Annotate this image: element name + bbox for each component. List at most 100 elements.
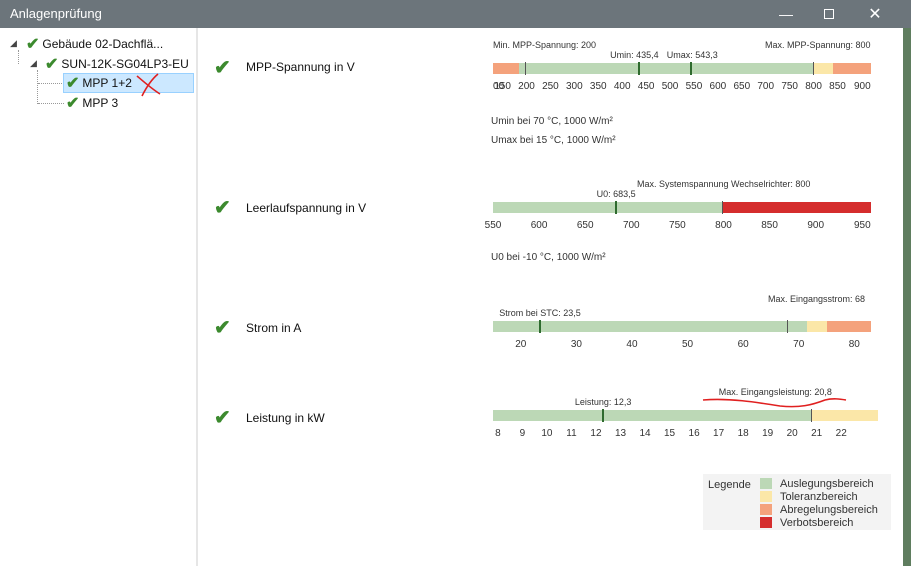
check-results-panel: ✔ MPP-Spannung in V Min. MPP-Spannung: 2… (200, 28, 903, 566)
gauge-marker (602, 409, 605, 422)
tree-item-building[interactable]: ✔ Gebäude 02-Dachflä... (26, 34, 163, 54)
gauge-tick-label: 80 (848, 339, 860, 350)
check-label-current: Strom in A (246, 321, 302, 335)
gauge-tick-label: 150 (494, 81, 511, 92)
gauge-marker-label: Max. Eingangsstrom: 68 (768, 294, 866, 304)
check-icon: ✔ (26, 36, 40, 53)
gauge-marker-label: Umin: 435,4 (610, 50, 659, 60)
tree-panel: ◢ ✔ Gebäude 02-Dachflä... ◢ ✔ SUN-12K-SG… (0, 28, 198, 566)
gauge-tick-label: 18 (737, 428, 749, 439)
gauge-tick-label: 60 (737, 339, 749, 350)
gauge-tick-label: 850 (761, 220, 778, 231)
gauge-tick-label: 450 (637, 81, 655, 92)
legend: Legende Auslegungsbereich Toleranzbereic… (703, 474, 891, 530)
close-button[interactable]: ✕ (855, 0, 895, 28)
gauge-segment-forbidden (723, 202, 871, 213)
gauge-tick-label: 17 (713, 428, 725, 439)
minimize-button[interactable]: — (766, 0, 806, 28)
legend-swatch-forbidden (760, 517, 772, 528)
gauge-marker (810, 409, 812, 422)
minimize-icon: — (779, 6, 793, 22)
maximize-button[interactable] (809, 0, 849, 28)
gauge-tick-label: 300 (565, 81, 583, 92)
gauge-segment-design (519, 63, 814, 74)
gauge-segment-curtail (493, 63, 520, 74)
gauge-tick-label: 750 (669, 220, 686, 231)
gauge-tick-label: 550 (484, 220, 502, 231)
gauge-tick-label: 650 (576, 220, 594, 231)
gauge-tick-label: 12 (590, 428, 602, 439)
gauge-segment-design (493, 410, 812, 421)
gauge-marker (689, 62, 692, 75)
gauge-tick-label: 40 (626, 339, 638, 350)
gauge-marker-label: U0: 683,5 (596, 189, 636, 199)
check-icon: ✔ (66, 75, 80, 92)
gauge-tick-label: 600 (709, 81, 727, 92)
legend-title: Legende (708, 479, 751, 491)
window-title: Anlagenprüfung (10, 6, 102, 21)
check-label-open-circuit-voltage: Leerlaufspannung in V (246, 201, 367, 215)
gauge-tick-label: 250 (542, 81, 559, 92)
gauge-marker-label: Max. Eingangsleistung: 20,8 (718, 387, 832, 397)
legend-label-tolerance: Toleranzbereich (780, 491, 858, 503)
gauge-tick-label: 30 (570, 339, 582, 350)
check-icon: ✔ (66, 95, 80, 112)
gauge-bar (493, 409, 878, 422)
gauge-tick-label: 600 (530, 220, 548, 231)
dialog-client-area: ◢ ✔ Gebäude 02-Dachflä... ◢ ✔ SUN-12K-SG… (0, 28, 903, 566)
gauge-marker (812, 62, 814, 75)
gauge-segment-tolerance (811, 410, 878, 421)
gauge-tick-label: 550 (685, 81, 703, 92)
gauge-tick-label: 900 (854, 81, 871, 92)
gauge-marker (722, 201, 724, 214)
gauge-tick-label: 750 (781, 81, 798, 92)
legend-label-curtail: Abregelungsbereich (780, 504, 878, 516)
legend-swatch-design (760, 478, 772, 489)
gauge-tick-label: 200 (518, 81, 535, 92)
check-icon: ✔ (214, 407, 231, 429)
legend-swatch-curtail (760, 504, 772, 515)
gauge-tick-label: 20 (786, 428, 798, 439)
gauge-marker (786, 320, 788, 333)
check-icon: ✔ (214, 317, 231, 339)
tree-item-mpp-1-2[interactable]: ✔ MPP 1+2 (63, 73, 194, 93)
gauge-tick-label: 70 (793, 339, 805, 350)
gauge-segment-curtail (832, 63, 871, 74)
gauge-tick-label: 19 (762, 428, 774, 439)
gauge-tick-label: 16 (688, 428, 700, 439)
tree-item-label: Gebäude 02-Dachflä... (42, 37, 164, 51)
check-icon: ✔ (214, 197, 231, 219)
tree-item-mpp-3[interactable]: ✔ MPP 3 (64, 93, 118, 113)
gauge-tick-label: 14 (639, 428, 651, 439)
gauge-bar (493, 320, 871, 333)
gauge-marker-label: Max. Systemspannung Wechselrichter: 800 (636, 179, 811, 189)
gauge-tick-label: 11 (566, 428, 577, 439)
gauge-segment-curtail (826, 321, 871, 332)
check-icon: ✔ (214, 57, 231, 79)
gauge-tick-label: 20 (515, 339, 527, 350)
note-umax: Umax bei 15 °C, 1000 W/m² (491, 135, 616, 146)
gauge-tick-label: 900 (807, 220, 825, 231)
gauge-tick-label: 15 (663, 428, 676, 439)
legend-swatch-tolerance (760, 491, 772, 502)
gauge-tick-label: 400 (613, 81, 631, 92)
legend-label-forbidden: Verbotsbereich (780, 517, 854, 529)
legend-label-design: Auslegungsbereich (780, 478, 874, 490)
maximize-icon (824, 9, 834, 19)
gauge-marker (539, 320, 542, 333)
tree-item-label: SUN-12K-SG04LP3-EU (61, 57, 189, 71)
gauge-tick-label: 850 (829, 81, 846, 92)
check-label-mpp-voltage: MPP-Spannung in V (246, 60, 355, 74)
gauge-tick-label: 800 (715, 220, 732, 231)
gauge-segment-tolerance (807, 321, 827, 332)
tree-item-inverter[interactable]: ✔ SUN-12K-SG04LP3-EU (45, 54, 189, 74)
tree-item-label: MPP 3 (82, 96, 119, 110)
gauge-tick-label: 8 (495, 428, 501, 439)
gauge-tick-label: 22 (835, 428, 847, 439)
tree-item-label: MPP 1+2 (82, 76, 132, 90)
gauge-marker-label: Strom bei STC: 23,5 (499, 308, 581, 318)
expand-icon[interactable]: ◢ (10, 38, 17, 49)
gauge-tick-label: 350 (589, 81, 607, 92)
gauge-tick-label: 9 (519, 428, 526, 439)
expand-icon[interactable]: ◢ (30, 58, 37, 69)
